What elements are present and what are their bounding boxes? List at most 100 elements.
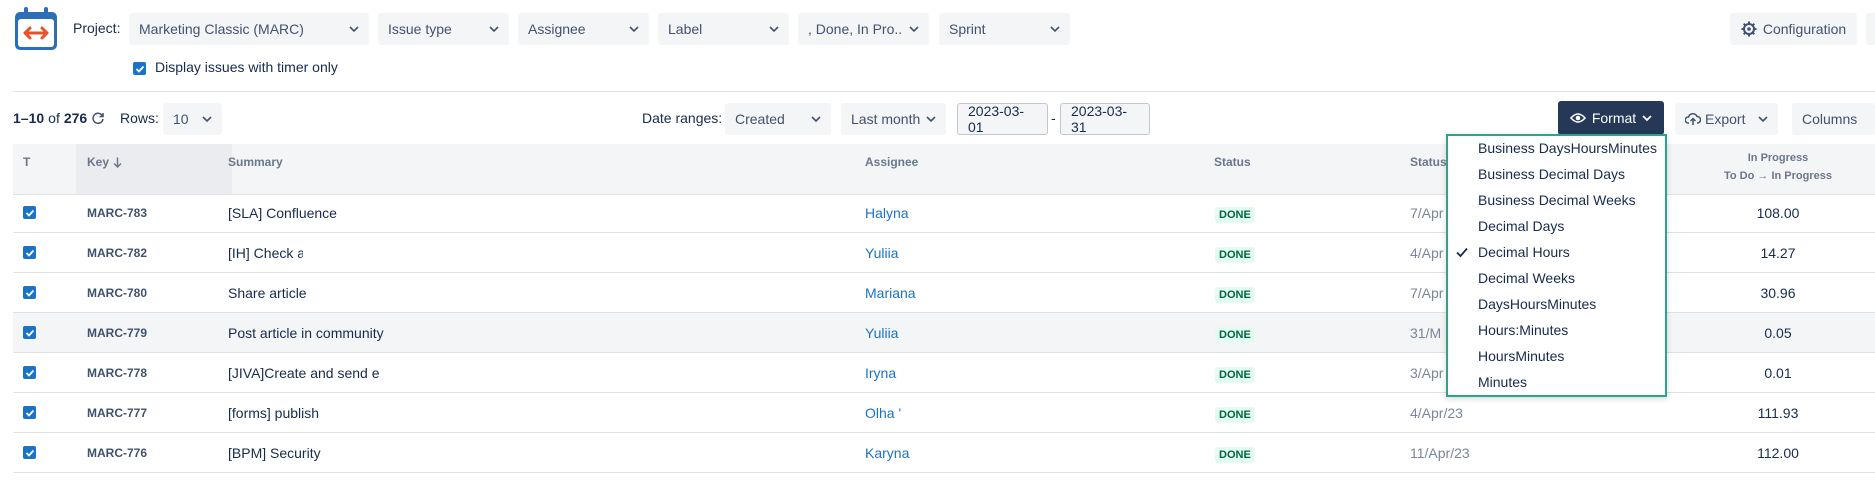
check-icon — [25, 329, 34, 337]
issue-assignee[interactable]: Iryna — [865, 353, 927, 393]
header-status-date[interactable]: Status — [1410, 155, 1447, 169]
header-status[interactable]: Status — [1214, 155, 1251, 169]
format-menu: Business DaysHoursMinutes Business Decim… — [1446, 134, 1667, 397]
date-from-input[interactable]: 2023-03-01 — [957, 103, 1048, 135]
format-option[interactable]: Decimal Days — [1478, 218, 1564, 234]
issue-summary[interactable]: [forms] publish — [228, 393, 378, 433]
status-date: 4/Apr/23 — [1410, 405, 1463, 421]
issue-assignee[interactable]: Mariana — [865, 273, 927, 313]
status-badge: DONE — [1215, 327, 1255, 343]
format-option[interactable]: HoursMinutes — [1478, 348, 1564, 364]
eye-icon — [1569, 113, 1586, 123]
date-field-value: Created — [735, 111, 785, 127]
issue-key[interactable]: MARC-782 — [87, 233, 147, 273]
label-dropdown[interactable]: Label — [658, 13, 789, 45]
row-checkbox[interactable] — [23, 286, 36, 299]
range: 1–10 — [13, 110, 45, 126]
issue-type-value: Issue type — [388, 21, 452, 37]
issue-summary[interactable]: [BPM] Security — [228, 433, 378, 473]
issue-summary[interactable]: Post article in community — [228, 313, 448, 353]
more-button[interactable] — [1866, 13, 1875, 45]
header-key-label: Key — [87, 155, 110, 169]
format-option-selected[interactable]: Decimal Hours — [1478, 244, 1570, 260]
issue-key[interactable]: MARC-780 — [87, 273, 147, 313]
issue-summary[interactable]: [SLA] Confluence — [228, 193, 348, 233]
in-progress-value: 111.93 — [1757, 405, 1799, 421]
chevron-down-icon — [811, 116, 821, 123]
issue-assignee[interactable]: Yuliia — [865, 313, 927, 353]
project-dropdown[interactable]: Marketing Classic (MARC) — [129, 13, 369, 45]
period-value: Last month — [851, 111, 920, 127]
row-checkbox[interactable] — [23, 326, 36, 339]
issue-assignee[interactable]: Karyna — [865, 433, 927, 473]
row-checkbox[interactable] — [23, 366, 36, 379]
chevron-down-icon — [926, 116, 936, 123]
label-value: Label — [668, 21, 703, 37]
date-field-dropdown[interactable]: Created — [725, 103, 831, 135]
rows-dropdown[interactable]: 10 — [163, 103, 222, 135]
arrow-down-icon — [113, 157, 122, 168]
row-checkbox[interactable] — [23, 206, 36, 219]
assignee-dropdown[interactable]: Assignee — [518, 13, 649, 45]
period-dropdown[interactable]: Last month — [841, 103, 946, 135]
export-label: Export — [1705, 111, 1746, 127]
issue-type-dropdown[interactable]: Issue type — [378, 13, 509, 45]
in-progress-value: 0.01 — [1764, 365, 1792, 381]
date-separator: - — [1051, 110, 1056, 126]
chevron-down-icon — [489, 26, 499, 33]
status-date: 31/M — [1410, 325, 1442, 341]
table-row[interactable]: MARC-776 [BPM] Security Karyna DONE 11/A… — [13, 433, 1875, 473]
columns-button[interactable]: Columns — [1792, 103, 1875, 135]
row-checkbox[interactable] — [23, 406, 36, 419]
format-option[interactable]: Hours:Minutes — [1478, 322, 1568, 338]
refresh-icon[interactable] — [91, 111, 105, 125]
format-option[interactable]: Business DaysHoursMinutes — [1478, 140, 1657, 156]
issue-summary[interactable]: [JIVA]Create and send e — [228, 353, 386, 393]
in-progress-value: 112.00 — [1757, 445, 1799, 461]
format-option[interactable]: Decimal Weeks — [1478, 270, 1575, 286]
table-row[interactable]: MARC-777 [forms] publish Olha ' DONE 4/A… — [13, 393, 1875, 433]
status-date: 4/Apr — [1410, 245, 1444, 261]
sprint-value: Sprint — [949, 21, 986, 37]
issue-assignee[interactable]: Halyna — [865, 193, 927, 233]
format-button[interactable]: Format — [1558, 101, 1664, 135]
timer-only-checkbox[interactable] — [133, 62, 146, 75]
status-dropdown[interactable]: , Done, In Pro... — [798, 13, 929, 45]
check-icon — [25, 209, 34, 217]
format-option[interactable]: DaysHoursMinutes — [1478, 296, 1596, 312]
configuration-button[interactable]: Configuration — [1730, 13, 1857, 45]
date-ranges-label: Date ranges: — [642, 110, 723, 126]
issue-key[interactable]: MARC-778 — [87, 353, 147, 393]
format-option[interactable]: Business Decimal Weeks — [1478, 192, 1636, 208]
header-key[interactable]: Key — [87, 155, 122, 169]
issue-key[interactable]: MARC-777 — [87, 393, 147, 433]
gear-icon — [1741, 21, 1757, 37]
row-checkbox[interactable] — [23, 446, 36, 459]
format-option[interactable]: Business Decimal Days — [1478, 166, 1625, 182]
date-to-input[interactable]: 2023-03-31 — [1060, 103, 1150, 135]
issue-assignee[interactable]: Yuliia — [865, 233, 927, 273]
issue-key[interactable]: MARC-779 — [87, 313, 147, 353]
header-type[interactable]: T — [23, 155, 30, 169]
format-option[interactable]: Minutes — [1478, 374, 1527, 390]
header-assignee[interactable]: Assignee — [865, 155, 918, 169]
issue-summary[interactable]: [IH] Check a — [228, 233, 303, 273]
status-badge: DONE — [1215, 287, 1255, 303]
status-badge: DONE — [1215, 367, 1255, 383]
chevron-down-icon — [909, 26, 919, 33]
row-checkbox[interactable] — [23, 246, 36, 259]
issue-assignee[interactable]: Olha ' — [865, 393, 927, 433]
in-progress-value: 30.96 — [1760, 285, 1796, 301]
issue-key[interactable]: MARC-783 — [87, 193, 147, 233]
chevron-down-icon — [1758, 116, 1768, 123]
pagination-summary: 1–10 of 276 — [13, 110, 105, 126]
check-icon — [25, 449, 34, 457]
export-button[interactable]: Export — [1675, 103, 1778, 135]
sprint-dropdown[interactable]: Sprint — [939, 13, 1070, 45]
issue-summary[interactable]: Share article — [228, 273, 348, 313]
header-summary[interactable]: Summary — [228, 155, 283, 169]
header-in-progress[interactable]: In Progress — [1723, 152, 1833, 164]
issue-key[interactable]: MARC-776 — [87, 433, 147, 473]
status-value: , Done, In Pro... — [808, 21, 903, 37]
format-label: Format — [1591, 110, 1637, 126]
